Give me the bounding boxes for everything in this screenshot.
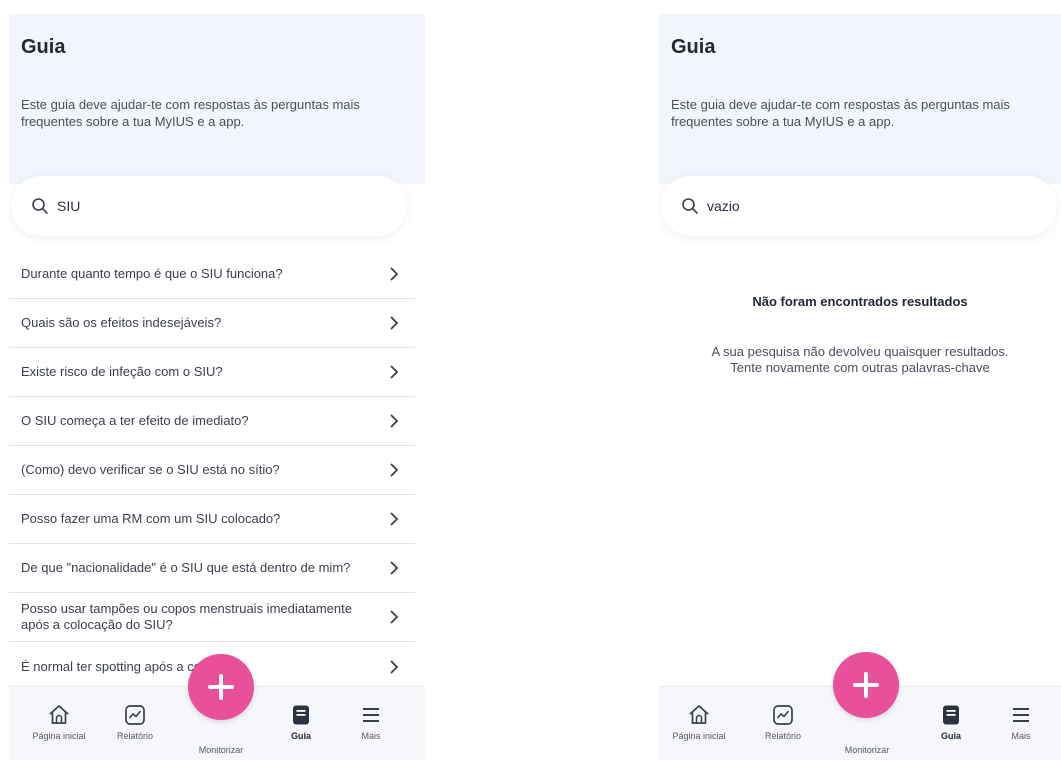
tab-label: Guia — [290, 731, 311, 741]
list-item[interactable]: Durante quanto tempo é que o SIU funcion… — [9, 250, 415, 299]
chevron-right-icon — [390, 512, 399, 526]
list-item-label: Existe risco de infeção com o SIU? — [21, 364, 223, 379]
home-icon — [689, 705, 709, 724]
list-item-label: Posso fazer uma RM com um SIU colocado? — [21, 511, 281, 526]
tab-report[interactable]: Relatório — [95, 687, 175, 760]
list-item-label: Durante quanto tempo é que o SIU funcion… — [21, 266, 283, 281]
page-title: Guia — [671, 36, 716, 58]
menu-icon — [1013, 708, 1029, 722]
list-item-label: (Como) devo verificar se o SIU está no s… — [21, 462, 280, 477]
page-title: Guia — [21, 36, 66, 58]
list-item-label: De que "nacionalidade" é o SIU que está … — [21, 560, 351, 575]
header: Guia Este guia deve ajudar-te com respos… — [659, 14, 1061, 184]
search-icon — [32, 198, 48, 214]
guide-screen-results: Guia Este guia deve ajudar-te com respos… — [9, 14, 425, 760]
chart-icon — [773, 705, 793, 725]
chevron-right-icon — [390, 463, 399, 477]
list-item[interactable]: Existe risco de infeção com o SIU? — [9, 348, 415, 397]
tab-guide[interactable]: Guia — [261, 687, 341, 760]
tab-label: Página inicial — [32, 731, 86, 741]
header: Guia Este guia deve ajudar-te com respos… — [9, 14, 425, 184]
chevron-right-icon — [390, 610, 399, 624]
tab-label: Guia — [940, 731, 961, 741]
add-button[interactable] — [188, 654, 254, 720]
search-input[interactable] — [57, 194, 377, 218]
list-item[interactable]: Posso fazer uma RM com um SIU colocado? — [9, 495, 415, 544]
book-icon — [293, 705, 309, 725]
chart-icon — [125, 705, 145, 725]
menu-icon — [363, 708, 379, 722]
empty-state-title: Não foram encontrados resultados — [752, 294, 968, 309]
tab-report[interactable]: Relatório — [743, 687, 823, 760]
chevron-right-icon — [390, 365, 399, 379]
tab-label: Relatório — [116, 731, 154, 741]
list-item[interactable]: Posso usar tampões ou copos menstruais i… — [9, 593, 415, 642]
tab-label: Monitorizar — [844, 745, 890, 755]
tab-more[interactable]: Mais — [331, 687, 411, 760]
chevron-right-icon — [390, 316, 399, 330]
list-item[interactable]: (Como) devo verificar se o SIU está no s… — [9, 446, 415, 495]
tab-more[interactable]: Mais — [981, 687, 1061, 760]
tab-home[interactable]: Página inicial — [659, 687, 739, 760]
search-bar[interactable] — [11, 176, 407, 236]
results-list: Durante quanto tempo é que o SIU funcion… — [9, 250, 415, 691]
tab-guide[interactable]: Guia — [911, 687, 991, 760]
list-item[interactable]: De que "nacionalidade" é o SIU que está … — [9, 544, 415, 593]
tab-label: Página inicial — [672, 731, 726, 741]
list-item-label: O SIU começa a ter efeito de imediato? — [21, 413, 249, 428]
search-bar[interactable] — [661, 176, 1057, 236]
guide-screen-empty: Guia Este guia deve ajudar-te com respos… — [659, 14, 1061, 760]
book-icon — [943, 705, 959, 725]
tab-home[interactable]: Página inicial — [19, 687, 99, 760]
add-button[interactable] — [833, 652, 899, 718]
chevron-right-icon — [390, 414, 399, 428]
search-icon — [682, 198, 698, 214]
empty-state-text: A sua pesquisa não devolveu quaisquer re… — [711, 344, 1009, 375]
chevron-right-icon — [390, 659, 399, 674]
tab-label: Relatório — [764, 731, 802, 741]
tab-label: Mais — [1011, 731, 1031, 741]
chevron-right-icon — [390, 561, 399, 575]
tab-label: Monitorizar — [198, 745, 244, 755]
list-item[interactable]: O SIU começa a ter efeito de imediato? — [9, 397, 415, 446]
page-subtitle: Este guia deve ajudar-te com respostas à… — [21, 97, 360, 129]
plus-icon — [853, 672, 879, 698]
page-subtitle: Este guia deve ajudar-te com respostas à… — [671, 97, 1010, 129]
tab-label: Mais — [361, 731, 381, 741]
list-item[interactable]: Quais são os efeitos indesejáveis? — [9, 299, 415, 348]
home-icon — [49, 705, 69, 724]
search-input[interactable] — [707, 194, 1027, 218]
list-item-label: Quais são os efeitos indesejáveis? — [21, 315, 222, 330]
list-item-label: Posso usar tampões ou copos menstruais i… — [21, 601, 352, 632]
plus-icon — [208, 674, 234, 700]
chevron-right-icon — [390, 267, 399, 281]
